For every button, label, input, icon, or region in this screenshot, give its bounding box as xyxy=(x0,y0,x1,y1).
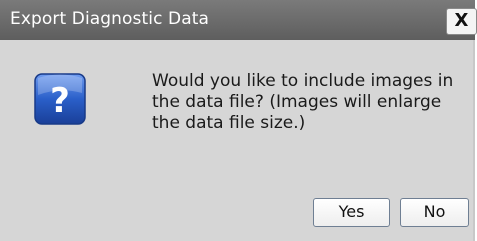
no-button[interactable]: No xyxy=(400,198,469,227)
yes-button[interactable]: Yes xyxy=(313,198,390,227)
title-bar: Export Diagnostic Data X xyxy=(0,0,477,40)
message-line: Would you like to include images in xyxy=(152,71,454,91)
svg-text:?: ? xyxy=(50,81,70,121)
dialog-title: Export Diagnostic Data xyxy=(10,9,210,29)
export-diagnostic-dialog: Export Diagnostic Data X ? Would you lik… xyxy=(0,0,477,241)
question-icon: ? xyxy=(34,73,86,125)
message-line: the data file? (Images will enlarge xyxy=(152,92,442,112)
dialog-message: Would you like to include images in the … xyxy=(152,71,462,134)
close-button[interactable]: X xyxy=(446,8,477,35)
message-line: the data file size.) xyxy=(152,113,306,133)
